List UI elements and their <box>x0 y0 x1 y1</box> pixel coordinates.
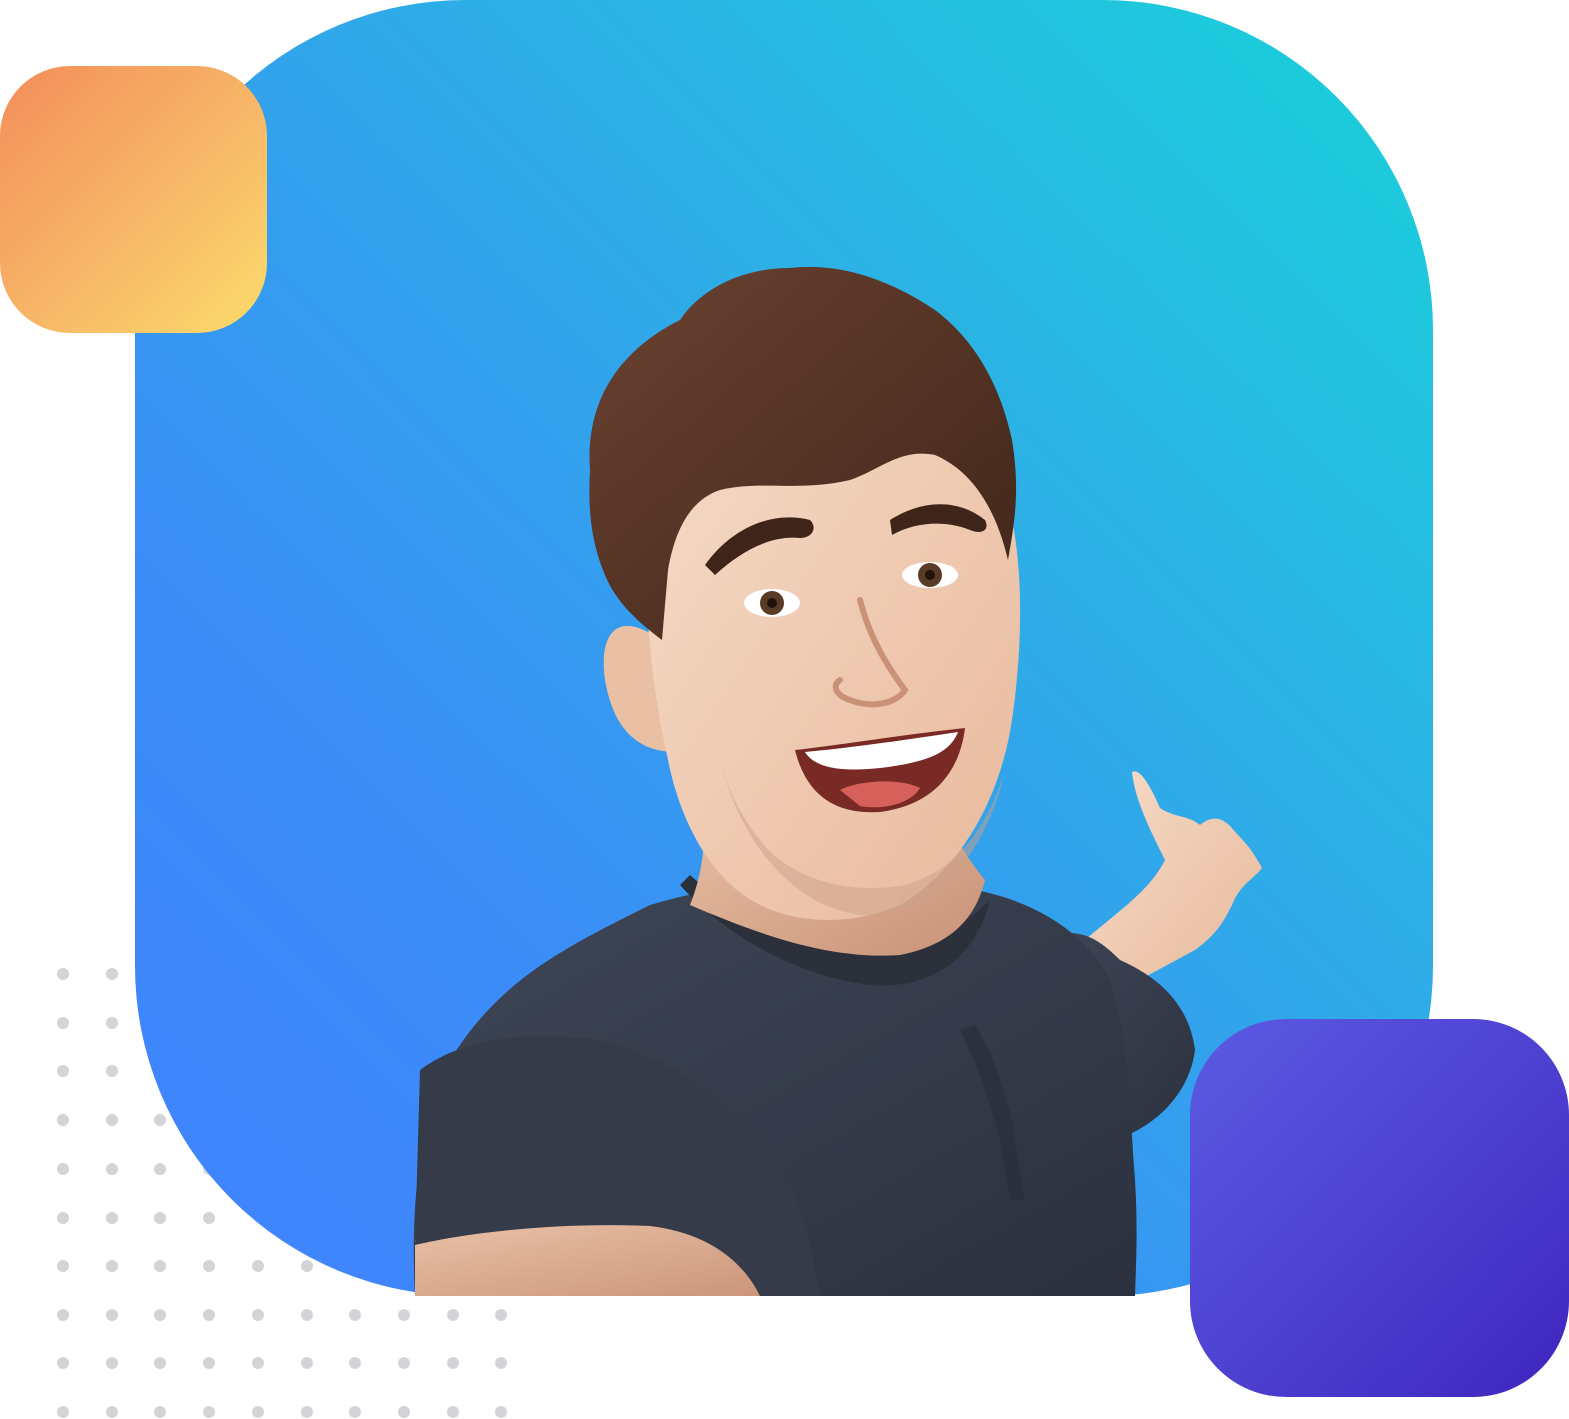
purple-square-decoration <box>1190 1019 1569 1397</box>
hero-illustration <box>0 0 1569 1419</box>
orange-frame-hole <box>60 126 207 273</box>
orange-frame-decoration <box>0 66 267 333</box>
man-figure <box>413 266 1262 1296</box>
right-pupil <box>925 570 935 580</box>
left-pupil <box>767 598 777 608</box>
